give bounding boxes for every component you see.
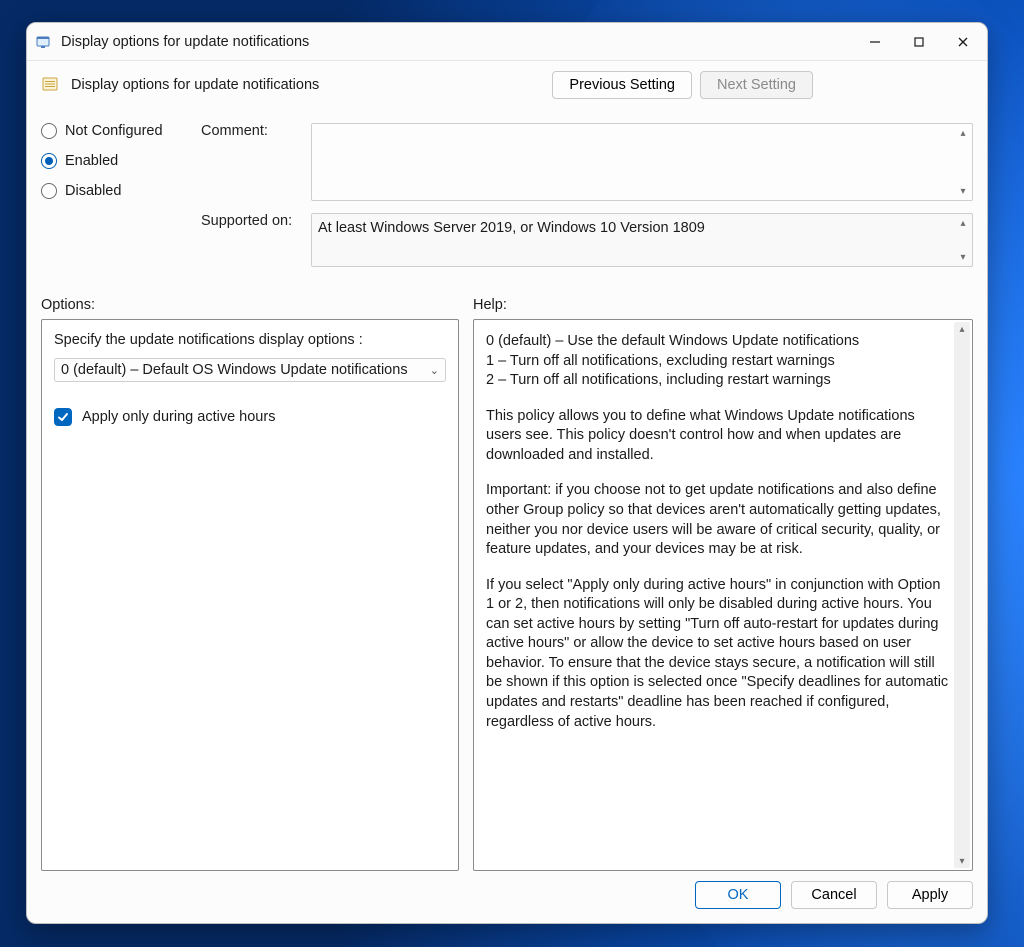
minimize-button[interactable]: [853, 26, 897, 58]
select-value: 0 (default) – Default OS Windows Update …: [61, 362, 408, 378]
radio-label: Not Configured: [65, 123, 163, 139]
options-field-label: Specify the update notifications display…: [54, 332, 446, 348]
radio-disabled[interactable]: Disabled: [41, 183, 201, 199]
section-labels: Options: Help:: [27, 283, 987, 319]
help-paragraph: This policy allows you to define what Wi…: [486, 407, 950, 466]
supported-on-box: At least Windows Server 2019, or Windows…: [311, 213, 973, 267]
chevron-down-icon: ⌄: [430, 364, 439, 377]
dialog-footer: OK Cancel Apply: [27, 881, 987, 923]
options-section-label: Options:: [41, 297, 473, 313]
radio-label: Disabled: [65, 183, 121, 199]
radio-label: Enabled: [65, 153, 118, 169]
next-setting-button[interactable]: Next Setting: [700, 71, 813, 99]
scroll-up-icon[interactable]: ▴: [956, 126, 970, 140]
help-scrollbar[interactable]: ▴ ▾: [954, 322, 970, 868]
app-icon: [35, 33, 53, 51]
state-radio-group: Not Configured Enabled Disabled: [41, 123, 201, 199]
desktop-background: Display options for update notifications: [0, 0, 1024, 947]
scroll-down-icon[interactable]: ▾: [956, 250, 970, 264]
policy-icon: [41, 75, 61, 95]
help-line: 1 – Turn off all notifications, excludin…: [486, 352, 950, 372]
config-area: Not Configured Enabled Disabled Comment:…: [27, 99, 987, 283]
policy-title: Display options for update notifications: [71, 77, 542, 93]
comment-textarea[interactable]: ▴ ▾: [311, 123, 973, 201]
maximize-button[interactable]: [897, 26, 941, 58]
scroll-up-icon[interactable]: ▴: [956, 216, 970, 230]
radio-icon: [41, 153, 57, 169]
active-hours-checkbox[interactable]: Apply only during active hours: [54, 408, 446, 426]
ok-button[interactable]: OK: [695, 881, 781, 909]
checkbox-checked-icon: [54, 408, 72, 426]
supported-on-label: Supported on:: [201, 213, 311, 229]
title-bar: Display options for update notifications: [27, 23, 987, 61]
help-line: 2 – Turn off all notifications, includin…: [486, 371, 950, 391]
dialog-window: Display options for update notifications: [26, 22, 988, 924]
help-paragraph: Important: if you choose not to get upda…: [486, 481, 950, 559]
radio-not-configured[interactable]: Not Configured: [41, 123, 201, 139]
scroll-down-icon[interactable]: ▾: [956, 184, 970, 198]
options-pane: Specify the update notifications display…: [41, 319, 459, 871]
cancel-button[interactable]: Cancel: [791, 881, 877, 909]
comment-label: Comment:: [201, 123, 311, 139]
apply-button[interactable]: Apply: [887, 881, 973, 909]
scroll-down-icon[interactable]: ▾: [959, 854, 964, 868]
window-title: Display options for update notifications: [61, 34, 309, 50]
panes-row: Specify the update notifications display…: [27, 319, 987, 881]
radio-icon: [41, 183, 57, 199]
radio-icon: [41, 123, 57, 139]
notification-level-select[interactable]: 0 (default) – Default OS Windows Update …: [54, 358, 446, 382]
close-button[interactable]: [941, 26, 985, 58]
header-row: Display options for update notifications…: [27, 61, 987, 99]
previous-setting-button[interactable]: Previous Setting: [552, 71, 692, 99]
help-paragraph: If you select "Apply only during active …: [486, 576, 950, 733]
help-line: 0 (default) – Use the default Windows Up…: [486, 332, 950, 352]
scroll-up-icon[interactable]: ▴: [959, 322, 964, 336]
help-section-label: Help:: [473, 297, 973, 313]
supported-on-text: At least Windows Server 2019, or Windows…: [318, 220, 705, 236]
radio-enabled[interactable]: Enabled: [41, 153, 201, 169]
help-pane: 0 (default) – Use the default Windows Up…: [473, 319, 973, 871]
help-text: 0 (default) – Use the default Windows Up…: [486, 332, 950, 732]
checkbox-label: Apply only during active hours: [82, 409, 275, 425]
